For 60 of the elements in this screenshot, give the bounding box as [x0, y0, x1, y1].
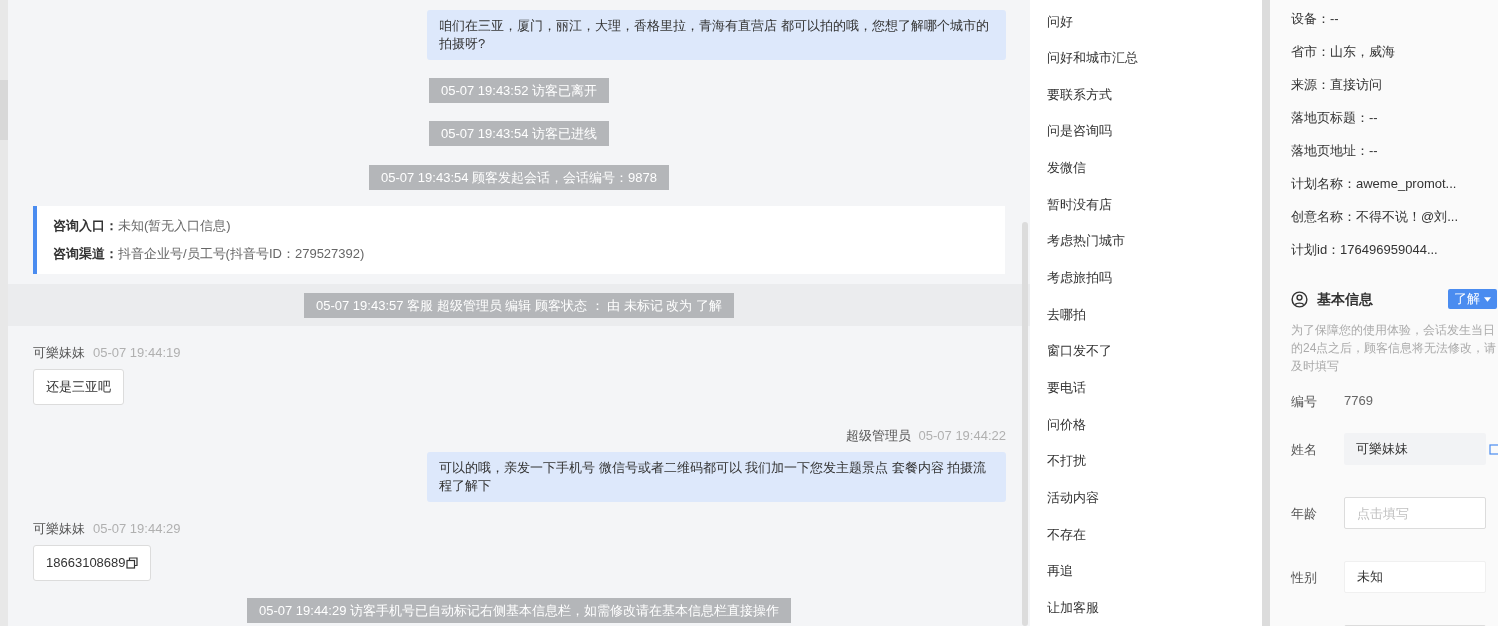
system-message: 05-07 19:44:29 访客手机号已自动标记右侧基本信息栏，如需修改请在基本信息栏直接操作 [246, 598, 792, 623]
field-label: 编号 [1291, 394, 1317, 409]
section-title: 基本信息 [1317, 289, 1373, 309]
info-text: 计划id：176496959044... [1291, 240, 1438, 259]
scrollbar[interactable] [1022, 222, 1028, 626]
info-text: 省市：山东，威海 [1291, 42, 1395, 61]
quick-reply-item[interactable]: 要电话 [1047, 377, 1086, 398]
quick-reply-item[interactable]: 发微信 [1047, 158, 1086, 178]
quick-reply-item[interactable]: 不打扰 [1047, 451, 1086, 471]
info-label: 咨询渠道： [53, 245, 118, 263]
splitter-bar[interactable] [1262, 0, 1270, 626]
message-text: 还是三亚吧 [46, 378, 111, 397]
info-text: 来源：直接访问 [1291, 75, 1382, 94]
field-label: 年龄 [1291, 506, 1317, 521]
quick-reply-item[interactable]: 再追 [1047, 561, 1073, 581]
sender-name: 可樂妹妹 [33, 344, 85, 362]
quick-reply-item[interactable]: 让加客服 [1047, 597, 1099, 618]
user-icon [1291, 290, 1308, 308]
caret-icon [1484, 296, 1491, 302]
message-bubble: 咱们在三亚，厦门，丽江，大理，香格里拉，青海有直营店 都可以拍的哦，您想了解哪个城市的拍摄呀? [427, 10, 1006, 60]
quick-reply-item[interactable]: 暂时没有店 [1047, 194, 1112, 215]
system-message: 05-07 19:43:57 客服 超级管理员 编辑 顾客状态 ： 由 未标记 改为 了解 [304, 292, 734, 318]
message-time: 05-07 19:44:29 [93, 520, 181, 538]
info-text: 计划名称：aweme_promot... [1291, 174, 1457, 193]
info-text: 落地页地址：-- [1291, 141, 1378, 160]
quick-reply-item[interactable]: 问好 [1047, 11, 1073, 32]
quick-reply-item[interactable]: 问价格 [1047, 414, 1086, 435]
quick-reply-item[interactable]: 考虑热门城市 [1047, 231, 1125, 251]
quick-reply-item[interactable]: 要联系方式 [1047, 84, 1112, 105]
panel-handle[interactable] [0, 80, 8, 140]
message-time: 05-07 19:44:19 [93, 344, 181, 362]
message-bubble: 可以的哦，亲发一下手机号 微信号或者二维码都可以 我们加一下您发主题景点 套餐内容 拍摄流程了解下 [427, 452, 1006, 502]
field-value: 7769 [1344, 392, 1373, 411]
info-text: 设备：-- [1291, 9, 1339, 28]
notice-text: 为了保障您的使用体验，会话发生当日的24点之后，顾客信息将无法修改，请及时填写 [1291, 322, 1498, 375]
sender-name: 可樂妹妹 [33, 520, 85, 538]
quick-reply-item[interactable]: 不存在 [1047, 524, 1086, 545]
select-field[interactable]: 未知 [1344, 561, 1486, 593]
quick-reply-item[interactable]: 去哪拍 [1047, 304, 1086, 325]
quick-reply-item[interactable]: 问好和城市汇总 [1047, 48, 1138, 68]
quick-reply-item[interactable]: 问是咨询吗 [1047, 121, 1112, 141]
quick-reply-item[interactable]: 窗口发不了 [1047, 341, 1112, 361]
field-label: 性别 [1291, 570, 1317, 585]
message-time: 05-07 19:44:22 [918, 427, 1006, 445]
info-text: 创意名称：不得不说！@刘... [1291, 207, 1459, 226]
quick-reply-item[interactable]: 考虑旅拍吗 [1047, 268, 1112, 288]
input-field[interactable]: 点击填写 [1344, 497, 1486, 529]
system-message: 05-07 19:43:54 顾客发起会话，会话编号：9878 [369, 165, 669, 190]
system-message: 05-07 19:43:52 访客已离开 [428, 78, 610, 103]
copy-icon[interactable] [125, 557, 138, 569]
info-value: 抖音企业号/员工号(抖音号ID：279527392) [118, 245, 365, 263]
system-message: 05-07 19:43:54 访客已进线 [428, 121, 610, 146]
message-text: 18663108689 [46, 554, 126, 573]
field-label: 姓名 [1291, 442, 1317, 457]
info-text: 落地页标题：-- [1291, 108, 1378, 127]
name-field: 可樂妹妹 [1344, 433, 1486, 465]
info-value: 未知(暂无入口信息) [118, 217, 231, 235]
sender-name: 超级管理员 [845, 427, 911, 445]
info-label: 咨询入口： [53, 217, 118, 235]
quick-reply-item[interactable]: 活动内容 [1047, 487, 1099, 508]
